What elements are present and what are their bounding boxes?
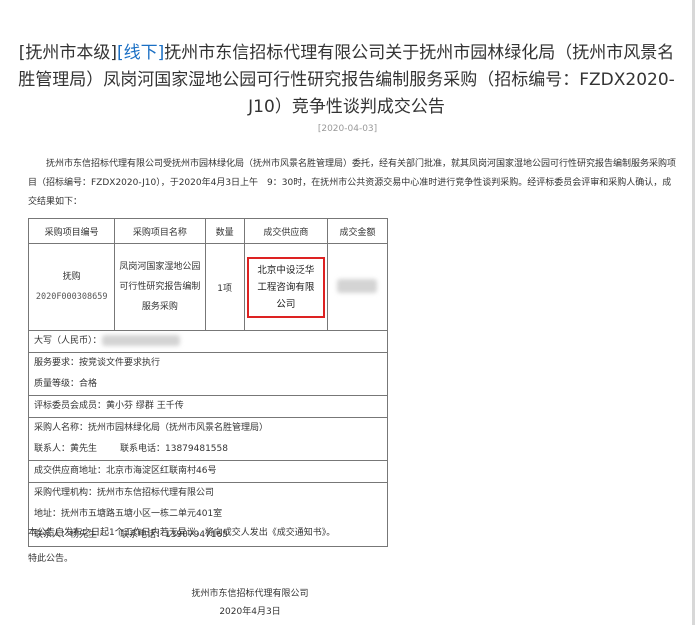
cell-supplier: 北京中设泛华工程咨询有限公司 (243, 243, 328, 331)
agency-name: 采购代理机构：抚州市东信招标代理有限公司 (34, 488, 215, 498)
purchaser-contact: 联系人：黄先生 (34, 444, 98, 454)
result-table: 采购项目编号 采购项目名称 数量 成交供应商 成交金额 抚购 2020F0003… (27, 218, 389, 547)
code-number: 2020F000308659 (35, 292, 108, 302)
header-supplier: 成交供应商 (243, 218, 328, 244)
supplier-highlight: 北京中设泛华工程咨询有限公司 (246, 256, 325, 318)
table-header-row: 采购项目编号 采购项目名称 数量 成交供应商 成交金额 (27, 218, 389, 244)
header-name: 采购项目名称 (114, 218, 206, 244)
purchaser-name: 采购人名称：抚州市园林绿化局（抚州市风景名胜管理局） (34, 423, 269, 433)
header-qty: 数量 (204, 218, 245, 244)
objection-notice: 本公告自发布之日起1个工作日内若无异议，将向成交人发出《成交通知书》。 (28, 528, 336, 538)
amount-words-row: 大写（人民币）： (28, 330, 388, 353)
publish-date: [2020-04-03] (317, 124, 378, 134)
cell-qty: 1项 (204, 243, 245, 331)
amount-words-label: 大写（人民币）： (34, 336, 102, 346)
quality-level: 质量等级：合格 (34, 379, 98, 389)
intro-paragraph: 抚州市东信招标代理有限公司受抚州市园林绿化局（抚州市风景名胜管理局）委托，经有关… (28, 159, 677, 207)
cell-amount (326, 243, 389, 331)
purchaser-row: 采购人名称：抚州市园林绿化局（抚州市风景名胜管理局） 联系人：黄先生 联系电话：1… (28, 417, 388, 461)
header-code: 采购项目编号 (27, 218, 116, 244)
agency-address: 地址：抚州市五塘路五塘小区一栋二单元401室 (34, 509, 223, 519)
cell-project-name: 凤岗河国家湿地公园可行性研究报告编制服务采购 (114, 243, 206, 331)
announcement-page: [抚州市本级][线下]抚州市东信招标代理有限公司关于抚州市园林绿化局（抚州市风景… (0, 0, 695, 625)
signature-date: 2020年4月3日 (219, 607, 281, 617)
service-requirement: 服务要求：按竞谈文件要求执行 (34, 358, 161, 368)
supplier-address-row: 成交供应商地址：北京市海淀区红联南村46号 (28, 460, 388, 483)
supplier-address: 成交供应商地址：北京市海淀区红联南村46号 (28, 460, 388, 483)
signature-company: 抚州市东信招标代理有限公司 (191, 589, 309, 599)
header-amount: 成交金额 (326, 218, 389, 244)
offline-link[interactable]: [线下] (117, 43, 164, 63)
closing-remark: 特此公告。 (28, 554, 74, 564)
committee-row: 评标委员会成员：黄小芬 缪群 王千传 (28, 395, 388, 418)
region-tag: [抚州市本级] (18, 43, 117, 63)
amount-words-redacted (101, 335, 180, 346)
cell-code: 抚购 2020F000308659 (27, 243, 116, 331)
service-row: 服务要求：按竞谈文件要求执行 质量等级：合格 (28, 352, 388, 396)
table-row: 抚购 2020F000308659 凤岗河国家湿地公园可行性研究报告编制服务采购… (27, 243, 389, 331)
announcement-title: [抚州市本级][线下]抚州市东信招标代理有限公司关于抚州市园林绿化局（抚州市风景… (14, 40, 679, 121)
code-prefix: 抚购 (62, 272, 81, 282)
committee-members: 评标委员会成员：黄小芬 缪群 王千传 (28, 395, 388, 418)
purchaser-phone: 联系电话：13879481558 (120, 444, 228, 454)
amount-redacted (337, 278, 378, 293)
footer-notes: 本公告自发布之日起1个工作日内若无异议，将向成交人发出《成交通知书》。 特此公告… (28, 523, 335, 570)
